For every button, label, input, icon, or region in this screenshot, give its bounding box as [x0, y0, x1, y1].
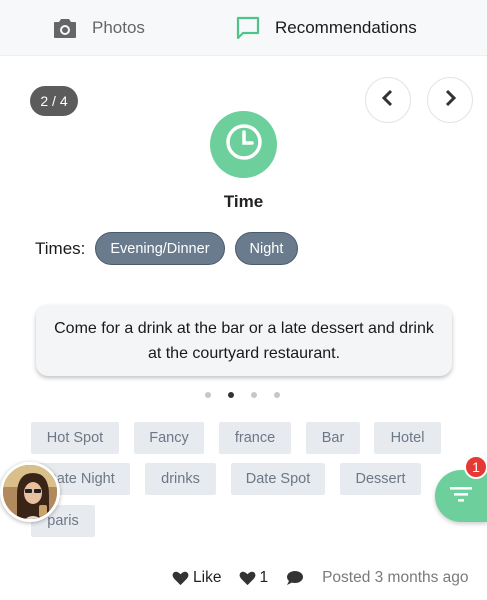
like-label: Like	[193, 569, 222, 586]
tab-photos[interactable]: Photos	[52, 0, 145, 56]
heart-icon	[172, 571, 193, 586]
tag-dessert[interactable]: Dessert	[340, 463, 421, 495]
tab-photos-label: Photos	[92, 18, 145, 37]
posted-timestamp: Posted 3 months ago	[322, 569, 469, 586]
category-title: Time	[223, 192, 264, 211]
carousel-dot[interactable]	[251, 392, 257, 398]
times-label: Times:	[35, 238, 86, 258]
tag-france[interactable]: france	[219, 422, 291, 454]
chevron-right-icon	[443, 89, 457, 112]
filter-count-badge: 1	[464, 455, 487, 479]
post-footer: Like 1 Posted 3 months ago	[172, 566, 469, 590]
chevron-left-icon	[381, 89, 395, 112]
clock-icon	[224, 122, 264, 167]
tag-bar[interactable]: Bar	[306, 422, 360, 454]
times-row: Times: Evening/Dinner Night	[35, 232, 308, 265]
tag-fancy[interactable]: Fancy	[134, 422, 204, 454]
time-chip-night: Night	[234, 232, 299, 265]
carousel-indicator	[205, 392, 297, 400]
carousel-dot[interactable]	[205, 392, 211, 398]
filter-icon	[449, 484, 473, 509]
category-icon-badge	[210, 111, 277, 178]
chat-bubble-icon	[235, 15, 261, 41]
description-text: Come for a drink at the bar or a late de…	[54, 319, 434, 362]
carousel-dot[interactable]	[274, 392, 280, 398]
tag-hot-spot[interactable]: Hot Spot	[31, 422, 119, 454]
tab-bar: Photos Recommendations	[0, 0, 487, 56]
comment-button[interactable]	[286, 570, 304, 586]
recommendation-description: Come for a drink at the bar or a late de…	[36, 305, 452, 376]
previous-button[interactable]	[365, 77, 411, 123]
next-button[interactable]	[427, 77, 473, 123]
heart-icon	[239, 571, 259, 586]
tag-hotel[interactable]: Hotel	[374, 422, 441, 454]
tab-recommendations-label: Recommendations	[275, 18, 417, 37]
carousel-dot-active[interactable]	[228, 392, 234, 398]
tab-recommendations[interactable]: Recommendations	[235, 0, 417, 56]
comment-icon	[286, 570, 304, 586]
time-chip-evening: Evening/Dinner	[95, 232, 225, 265]
tag-date-spot[interactable]: Date Spot	[231, 463, 325, 495]
like-button[interactable]: Like	[172, 569, 221, 587]
tag-drinks[interactable]: drinks	[145, 463, 216, 495]
like-count: 1	[239, 569, 268, 587]
user-avatar[interactable]	[0, 462, 60, 522]
page-counter: 2 / 4	[30, 86, 78, 116]
like-count-value: 1	[259, 569, 269, 586]
camera-icon	[52, 15, 78, 41]
